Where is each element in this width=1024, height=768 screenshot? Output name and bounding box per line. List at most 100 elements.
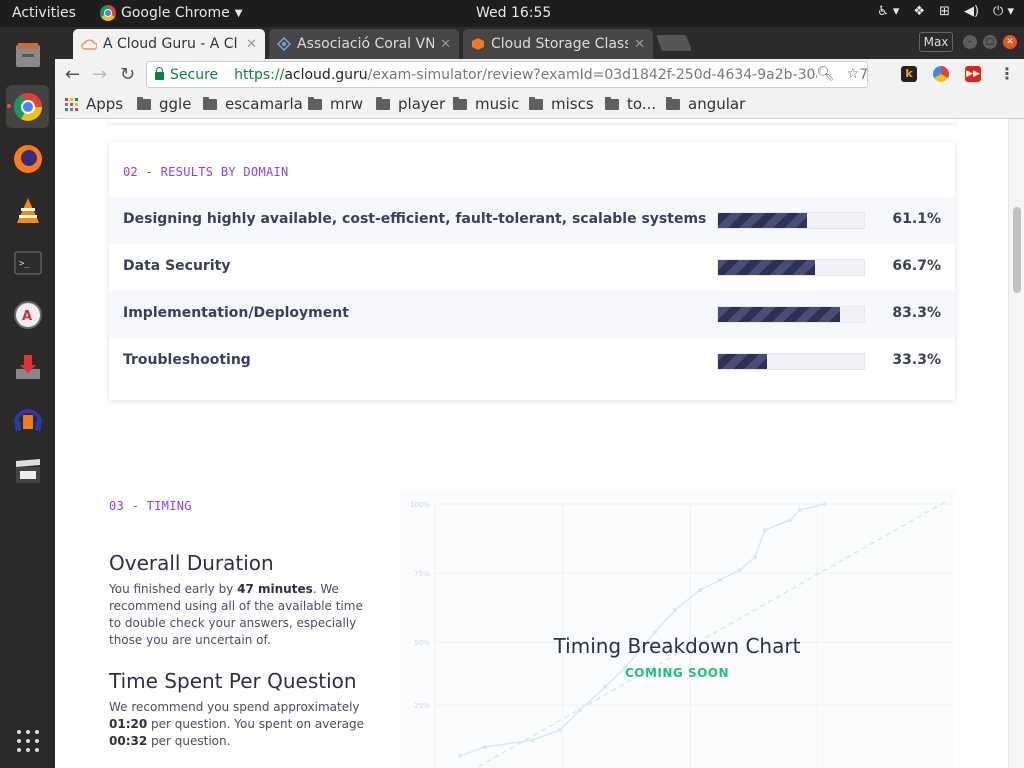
maximize-icon[interactable]: □ bbox=[983, 35, 997, 49]
close-tab-icon[interactable]: ✕ bbox=[246, 37, 257, 52]
folder-icon bbox=[376, 96, 390, 110]
terminal-icon[interactable]: >_ bbox=[6, 241, 49, 284]
score-bar-fill bbox=[718, 307, 840, 322]
gnome-top-bar: Activities Google Chrome ▼ Wed 16:55 ♿ ▾… bbox=[0, 0, 1024, 27]
software-updater-icon[interactable]: A bbox=[6, 293, 49, 336]
previous-card bbox=[109, 119, 955, 123]
domain-row: Implementation/Deployment 83.3% bbox=[109, 291, 955, 338]
bookmark-label: escamarla bbox=[225, 95, 303, 113]
y-tick-75: 75% bbox=[414, 570, 430, 578]
forward-arrow-icon[interactable]: → bbox=[92, 64, 107, 85]
launcher-dock: >_ A bbox=[0, 27, 55, 768]
time-per-question-text: We recommend you spend approximately 01:… bbox=[109, 700, 364, 748]
secure-label: Secure bbox=[170, 66, 219, 83]
system-tray[interactable]: ♿ ▾ ❖ ⊞ ◀) ⏻ ▾ bbox=[877, 4, 1014, 19]
clock[interactable]: Wed 16:55 bbox=[476, 5, 551, 21]
dropbox-icon[interactable]: ❖ bbox=[913, 4, 925, 19]
folder-icon bbox=[529, 96, 543, 110]
bookmark-apps[interactable]: Apps bbox=[65, 95, 123, 113]
back-arrow-icon[interactable]: ← bbox=[65, 64, 80, 85]
cube-icon bbox=[472, 38, 484, 50]
bookmark-star-icon[interactable]: ☆ bbox=[846, 66, 859, 82]
domain-row: Data Security 66.7% bbox=[109, 244, 955, 291]
app-menu[interactable]: Google Chrome ▼ bbox=[100, 5, 242, 21]
zoom-icon[interactable]: 🔍︎ bbox=[817, 66, 835, 82]
page-scrollbar[interactable] bbox=[1008, 119, 1024, 768]
close-window-icon[interactable]: ✕ bbox=[1003, 35, 1017, 49]
bookmark-label: mrw bbox=[330, 95, 364, 113]
downloader-icon[interactable] bbox=[6, 345, 49, 388]
domain-percent: 66.7% bbox=[892, 258, 941, 274]
bookmark-folder-escamarla[interactable]: escamarla bbox=[203, 95, 303, 113]
new-tab-button[interactable] bbox=[656, 35, 692, 51]
volume-icon[interactable]: ◀) bbox=[964, 4, 979, 19]
folder-icon bbox=[605, 96, 619, 110]
lock-icon bbox=[155, 67, 164, 80]
bookmark-folder-ggle[interactable]: ggle bbox=[137, 95, 191, 113]
close-tab-icon[interactable]: ✕ bbox=[634, 37, 645, 52]
accessibility-icon[interactable]: ♿ ▾ bbox=[877, 4, 899, 19]
y-tick-25: 25% bbox=[414, 702, 430, 710]
bookmark-folder-to[interactable]: to... bbox=[605, 95, 656, 113]
coming-soon-label: COMING SOON bbox=[624, 666, 730, 680]
folder-icon bbox=[137, 96, 151, 110]
browser-toolbar: ← → ↻ Secure https://acloud.guru/exam-si… bbox=[55, 59, 1024, 91]
bookmark-folder-player[interactable]: player bbox=[376, 95, 445, 113]
bookmark-label: to... bbox=[627, 95, 657, 113]
score-bar bbox=[717, 212, 865, 229]
minimize-icon[interactable]: – bbox=[963, 35, 977, 49]
close-tab-icon[interactable]: ✕ bbox=[440, 37, 451, 52]
tab-title: Cloud Storage Class bbox=[491, 36, 629, 52]
bookmark-folder-miscs[interactable]: miscs bbox=[529, 95, 594, 113]
activities-button[interactable]: Activities bbox=[12, 5, 76, 21]
audacity-icon[interactable] bbox=[6, 397, 49, 440]
svg-text:>_: >_ bbox=[19, 259, 30, 269]
bookmark-folder-music[interactable]: music bbox=[453, 95, 519, 113]
files-icon[interactable] bbox=[6, 33, 49, 76]
url-scheme: https:// bbox=[234, 66, 285, 83]
tab-acloudguru[interactable]: A Cloud Guru - A Cl ✕ bbox=[73, 29, 265, 59]
tab-strip: A Cloud Guru - A Cl ✕ Associació Coral V… bbox=[55, 27, 1024, 59]
power-icon[interactable]: ⏻ ▾ bbox=[993, 4, 1014, 19]
section-label: 03 - TIMING bbox=[109, 499, 192, 513]
video-editor-icon[interactable] bbox=[6, 449, 49, 492]
scrollbar-thumb[interactable] bbox=[1013, 207, 1021, 293]
secure-indicator[interactable]: Secure bbox=[155, 67, 218, 83]
bookmark-folder-mrw[interactable]: mrw bbox=[308, 95, 363, 113]
folder-icon bbox=[203, 96, 217, 110]
bookmark-label: angular bbox=[688, 95, 746, 113]
domain-row: Designing highly available, cost-efficie… bbox=[109, 197, 955, 244]
tab-associacio[interactable]: Associació Coral VN ✕ bbox=[269, 29, 459, 59]
chrome-icon bbox=[100, 5, 116, 21]
show-apps-icon[interactable] bbox=[6, 719, 49, 762]
tab-cloud-storage[interactable]: Cloud Storage Class ✕ bbox=[463, 29, 653, 59]
kindle-extension-icon[interactable]: k bbox=[901, 66, 917, 82]
domain-name: Implementation/Deployment bbox=[123, 305, 349, 321]
domain-percent: 83.3% bbox=[892, 305, 941, 321]
chevron-down-icon: ▼ bbox=[234, 7, 243, 19]
app-menu-label: Google Chrome bbox=[121, 5, 230, 21]
youtube-extension-icon[interactable]: ▶▶ bbox=[965, 66, 981, 82]
reload-icon[interactable]: ↻ bbox=[120, 64, 135, 85]
score-bar bbox=[717, 306, 865, 323]
bookmark-label: miscs bbox=[551, 95, 594, 113]
address-bar[interactable]: Secure https://acloud.guru/exam-simulato… bbox=[146, 61, 868, 88]
network-icon[interactable]: ⊞ bbox=[939, 4, 950, 19]
domain-percent: 61.1% bbox=[892, 211, 941, 227]
tab-title: A Cloud Guru - A Cl bbox=[103, 36, 238, 52]
folder-icon bbox=[666, 96, 680, 110]
bookmark-folder-angular[interactable]: angular bbox=[666, 95, 745, 113]
timing-chart-title: Timing Breakdown Chart bbox=[553, 634, 801, 658]
profile-button[interactable]: Max bbox=[919, 32, 953, 52]
menu-dots-icon[interactable]: ⋮ bbox=[999, 66, 1015, 82]
page-content: 02 - RESULTS BY DOMAIN Designing highly … bbox=[55, 119, 1008, 768]
section-label: 02 - RESULTS BY DOMAIN bbox=[123, 165, 289, 179]
tab-title: Associació Coral VN bbox=[297, 36, 435, 52]
chrome-dock-icon[interactable] bbox=[6, 85, 49, 128]
site-favicon-icon bbox=[277, 37, 291, 51]
firefox-icon[interactable] bbox=[6, 137, 49, 180]
svg-text:A: A bbox=[22, 309, 32, 324]
color-extension-icon[interactable] bbox=[933, 66, 949, 82]
overall-duration-title: Overall Duration bbox=[109, 551, 274, 575]
vlc-icon[interactable] bbox=[6, 189, 49, 232]
